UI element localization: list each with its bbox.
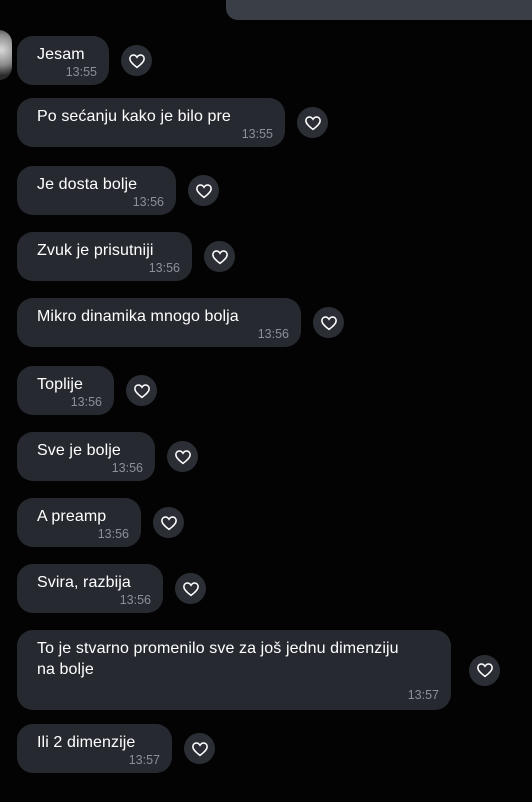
message-bubble[interactable]: Toplije 13:56 (17, 366, 114, 415)
message-time: 13:56 (132, 195, 164, 209)
heart-icon (133, 383, 150, 398)
heart-icon (304, 115, 321, 130)
message-row: To je stvarno promenilo sve za još jednu… (17, 630, 500, 710)
reaction-button[interactable] (175, 573, 206, 604)
message-time: 13:57 (407, 688, 439, 702)
message-text: Ili 2 dimenzije (37, 734, 136, 751)
avatar[interactable] (0, 30, 12, 80)
heart-icon (191, 741, 208, 756)
reaction-button[interactable] (126, 375, 157, 406)
message-text: Zvuk je prisutniji (37, 242, 154, 259)
message-bubble[interactable]: To je stvarno promenilo sve za još jednu… (17, 630, 451, 710)
heart-icon (174, 449, 191, 464)
reaction-button[interactable] (204, 241, 235, 272)
reaction-button[interactable] (184, 733, 215, 764)
previous-message-bubble[interactable] (226, 0, 532, 20)
message-time: 13:57 (128, 753, 160, 767)
reaction-button[interactable] (188, 175, 219, 206)
message-bubble[interactable]: Zvuk je prisutniji 13:56 (17, 232, 192, 281)
message-row: Jesam 13:55 (17, 36, 152, 85)
reaction-button[interactable] (313, 307, 344, 338)
message-text: Jesam (37, 46, 85, 63)
message-text: Toplije (37, 376, 84, 393)
message-row: Po sećanju kako je bilo pre 13:55 (17, 98, 328, 147)
message-bubble[interactable]: Svira, razbija 13:56 (17, 564, 163, 613)
reaction-button[interactable] (167, 441, 198, 472)
message-time: 13:56 (119, 593, 151, 607)
message-text: A preamp (37, 508, 107, 525)
message-time: 13:55 (65, 65, 97, 79)
message-time: 13:56 (257, 327, 289, 341)
message-row: Sve je bolje 13:56 (17, 432, 198, 481)
message-text: Mikro dinamika mnogo bolja (37, 308, 239, 325)
message-bubble[interactable]: Je dosta bolje 13:56 (17, 166, 176, 215)
message-bubble[interactable]: Ili 2 dimenzije 13:57 (17, 724, 172, 773)
reaction-button[interactable] (297, 107, 328, 138)
message-row: A preamp 13:56 (17, 498, 184, 547)
reaction-button[interactable] (153, 507, 184, 538)
reaction-button[interactable] (121, 45, 152, 76)
heart-icon (476, 663, 493, 678)
message-text: Svira, razbija (37, 574, 131, 591)
message-text: Po sećanju kako je bilo pre (37, 108, 231, 125)
message-row: Svira, razbija 13:56 (17, 564, 206, 613)
message-row: Zvuk je prisutniji 13:56 (17, 232, 235, 281)
message-bubble[interactable]: Jesam 13:55 (17, 36, 109, 85)
heart-icon (160, 515, 177, 530)
heart-icon (128, 53, 145, 68)
message-time: 13:56 (111, 461, 143, 475)
heart-icon (182, 581, 199, 596)
message-bubble[interactable]: Sve je bolje 13:56 (17, 432, 155, 481)
heart-icon (211, 249, 228, 264)
message-bubble[interactable]: Po sećanju kako je bilo pre 13:55 (17, 98, 285, 147)
heart-icon (195, 183, 212, 198)
message-time: 13:56 (97, 527, 129, 541)
message-text: Sve je bolje (37, 442, 121, 459)
message-row: Je dosta bolje 13:56 (17, 166, 219, 215)
message-row: Ili 2 dimenzije 13:57 (17, 724, 215, 773)
reaction-button[interactable] (469, 654, 500, 686)
message-row: Mikro dinamika mnogo bolja 13:56 (17, 298, 344, 347)
message-time: 13:56 (148, 261, 180, 275)
message-bubble[interactable]: Mikro dinamika mnogo bolja 13:56 (17, 298, 301, 347)
message-time: 13:55 (241, 127, 273, 141)
message-row: Toplije 13:56 (17, 366, 157, 415)
message-time: 13:56 (70, 395, 102, 409)
message-bubble[interactable]: A preamp 13:56 (17, 498, 141, 547)
message-text: Je dosta bolje (37, 176, 138, 193)
message-text: To je stvarno promenilo sve za još jednu… (37, 640, 399, 678)
heart-icon (320, 315, 337, 330)
